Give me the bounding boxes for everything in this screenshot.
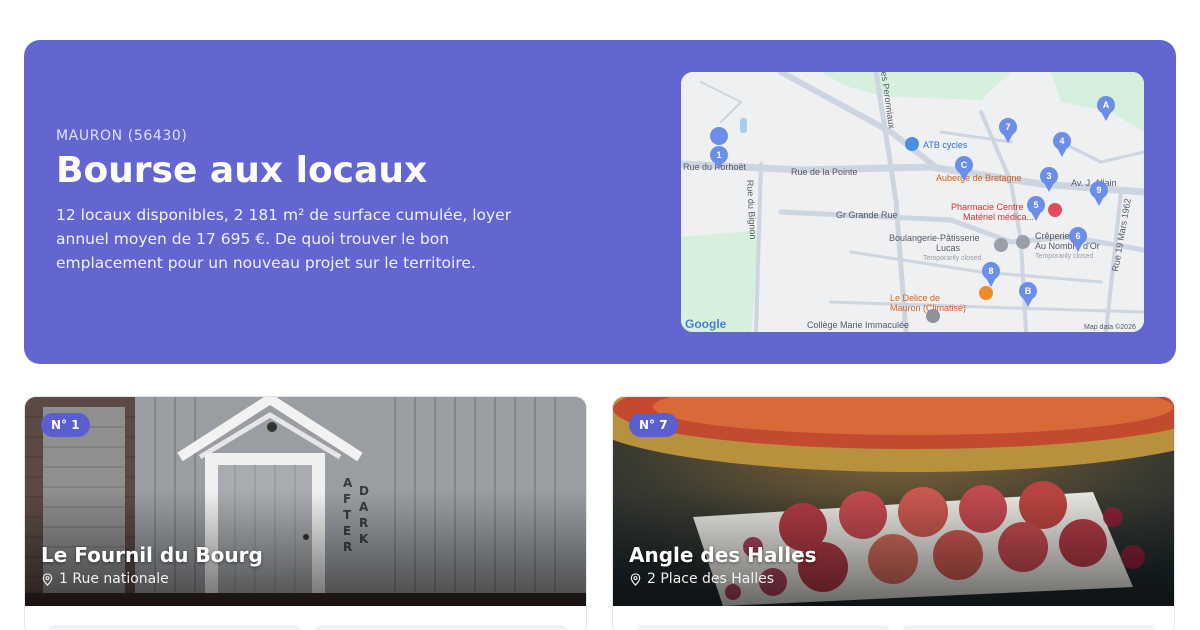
- card-field-placeholder: [903, 625, 1155, 630]
- hero-text: MAURON (56430) Bourse aux locaux 12 loca…: [56, 128, 556, 275]
- pond: [740, 118, 747, 133]
- listing-title[interactable]: Angle des Halles: [629, 543, 817, 567]
- hero-city: MAURON (56430): [56, 128, 188, 144]
- poi-label: Lucas: [936, 243, 961, 253]
- location-pin-icon: [630, 572, 641, 586]
- card-field-placeholder: [637, 625, 889, 630]
- street-label: Rue du Porhoët: [683, 162, 747, 172]
- poi-label: Boulangerie-Pâtisserie: [889, 233, 980, 243]
- pharmacy-icon: [1048, 203, 1062, 217]
- svg-text:1: 1: [716, 150, 721, 160]
- listing-address-text: 2 Place des Halles: [647, 571, 775, 587]
- location-pin-icon: [42, 572, 53, 586]
- google-logo: Google: [685, 317, 727, 331]
- map-attribution: Map data ©2026: [1084, 323, 1136, 331]
- poi-label: Auberge de Bretagne: [936, 173, 1022, 183]
- svg-text:C: C: [961, 160, 968, 170]
- listing-address-text: 1 Rue nationale: [59, 571, 169, 587]
- poi-label: Le Delice de: [890, 293, 940, 303]
- svg-text:9: 9: [1096, 185, 1101, 195]
- svg-text:7: 7: [1005, 122, 1010, 132]
- street-label: Gr Grande Rue: [836, 210, 898, 220]
- cafe-icon: [994, 238, 1008, 252]
- svg-text:8: 8: [988, 266, 993, 276]
- svg-text:6: 6: [1075, 231, 1080, 241]
- svg-text:5: 5: [1033, 200, 1038, 210]
- svg-text:B: B: [1025, 286, 1032, 296]
- listing-number-badge: N° 7: [629, 413, 678, 437]
- listing-card[interactable]: AFTER DARK N° 1 Le Fournil du Bourg 1 Ru…: [24, 396, 587, 630]
- card-field-placeholder: [49, 625, 301, 630]
- street-label: Rue de la Pointe: [791, 167, 858, 177]
- listing-number-badge: N° 1: [41, 413, 90, 437]
- poi-label: Matériel médica...: [963, 212, 1034, 222]
- listing-card[interactable]: N° 7 Angle des Halles 2 Place des Halles: [612, 396, 1175, 630]
- card-field-placeholder: [315, 625, 567, 630]
- poi-label: Au Nombre d'Or: [1035, 241, 1100, 251]
- listing-address: 1 Rue nationale: [41, 571, 169, 587]
- listing-address: 2 Place des Halles: [629, 571, 774, 587]
- poi-label: Temporarily closed: [923, 255, 981, 262]
- svg-text:4: 4: [1059, 136, 1064, 146]
- school-icon: [926, 309, 940, 323]
- restaurant-icon: [979, 286, 993, 300]
- poi-icon: [905, 137, 919, 151]
- poi-label: Collège Marie Immaculée: [807, 320, 909, 330]
- poi-label: Pharmacie Centre: [951, 202, 1024, 212]
- page-title: Bourse aux locaux: [56, 150, 428, 191]
- cafe-icon: [1016, 235, 1030, 249]
- poi-label: ATB cycles: [923, 140, 968, 150]
- poi-label: Temporarily closed: [1035, 253, 1093, 260]
- map[interactable]: Rue du Porhoët Rue de la Pointe Gr Grand…: [681, 72, 1144, 332]
- listing-title[interactable]: Le Fournil du Bourg: [41, 543, 263, 567]
- svg-text:3: 3: [1046, 171, 1051, 181]
- svg-text:A: A: [1103, 100, 1110, 110]
- hero-banner: MAURON (56430) Bourse aux locaux 12 loca…: [24, 40, 1176, 364]
- hero-description: 12 locaux disponibles, 2 181 m² de surfa…: [56, 206, 512, 273]
